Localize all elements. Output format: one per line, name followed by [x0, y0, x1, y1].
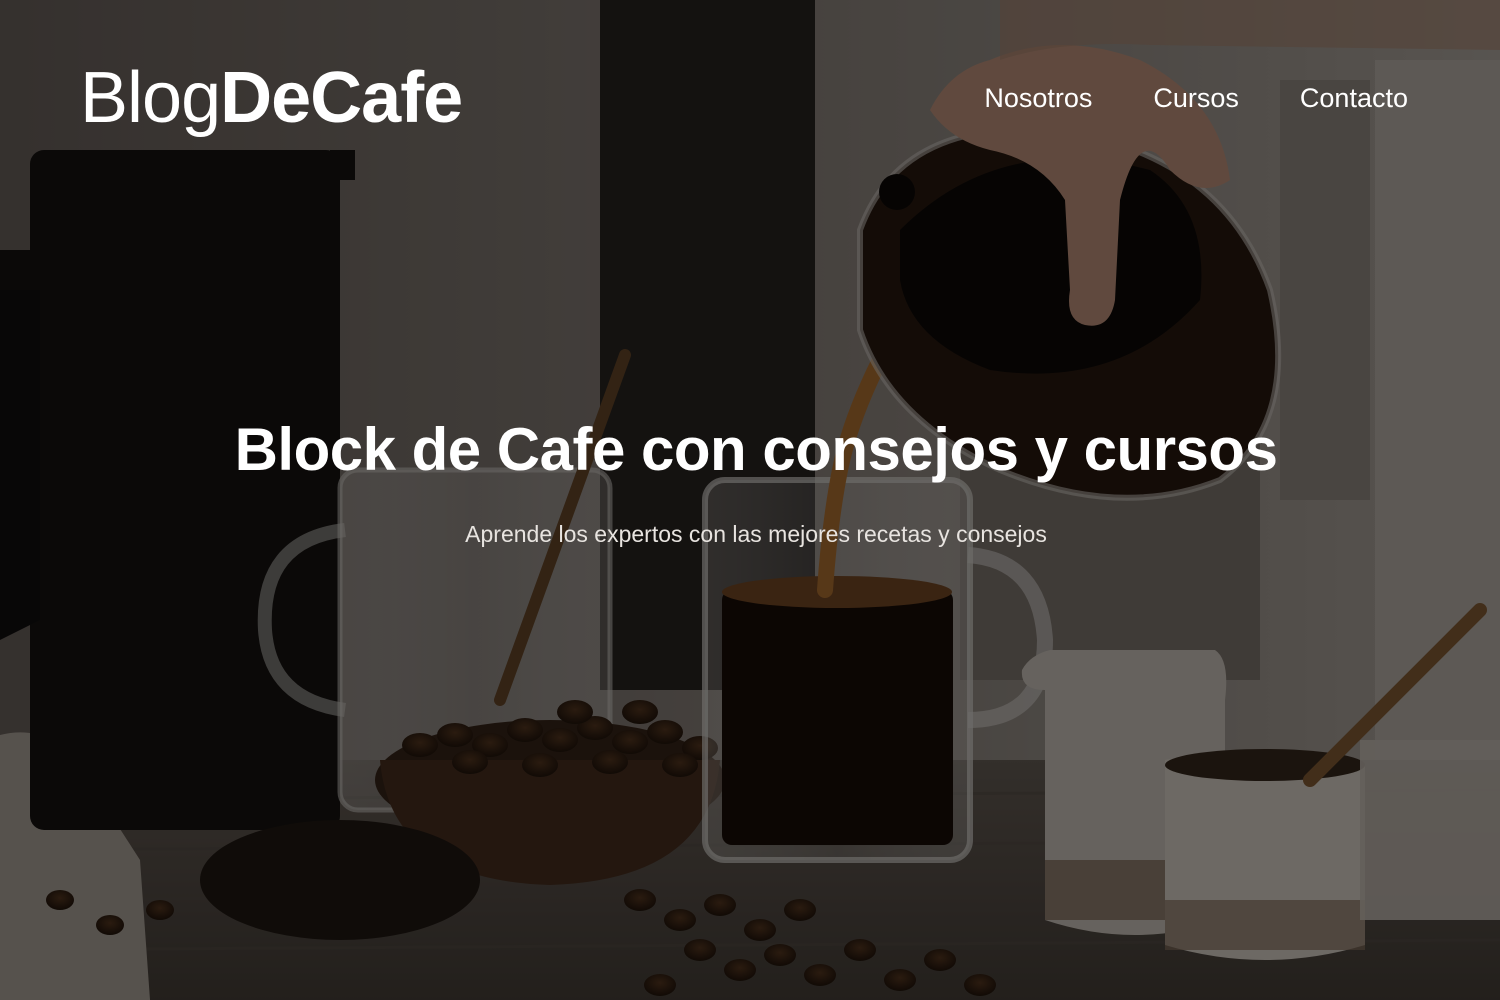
site-logo[interactable]: BlogDeCafe	[80, 58, 463, 138]
site-header: BlogDeCafe Nosotros Cursos Contacto	[0, 0, 1500, 200]
logo-text-light: Blog	[80, 58, 221, 138]
nav-link-contacto[interactable]: Contacto	[1300, 80, 1408, 116]
nav-link-cursos[interactable]: Cursos	[1153, 80, 1239, 116]
nav-link-nosotros[interactable]: Nosotros	[984, 80, 1092, 116]
hero-section: BlogDeCafe Nosotros Cursos Contacto Bloc…	[0, 0, 1500, 1000]
hero-content: Block de Cafe con consejos y cursos Apre…	[0, 412, 1500, 550]
logo-text-bold: DeCafe	[220, 58, 463, 138]
hero-title: Block de Cafe con consejos y cursos	[234, 416, 1278, 483]
main-navigation: Nosotros Cursos Contacto	[984, 80, 1408, 116]
hero-subtitle: Aprende los expertos con las mejores rec…	[465, 521, 1047, 547]
